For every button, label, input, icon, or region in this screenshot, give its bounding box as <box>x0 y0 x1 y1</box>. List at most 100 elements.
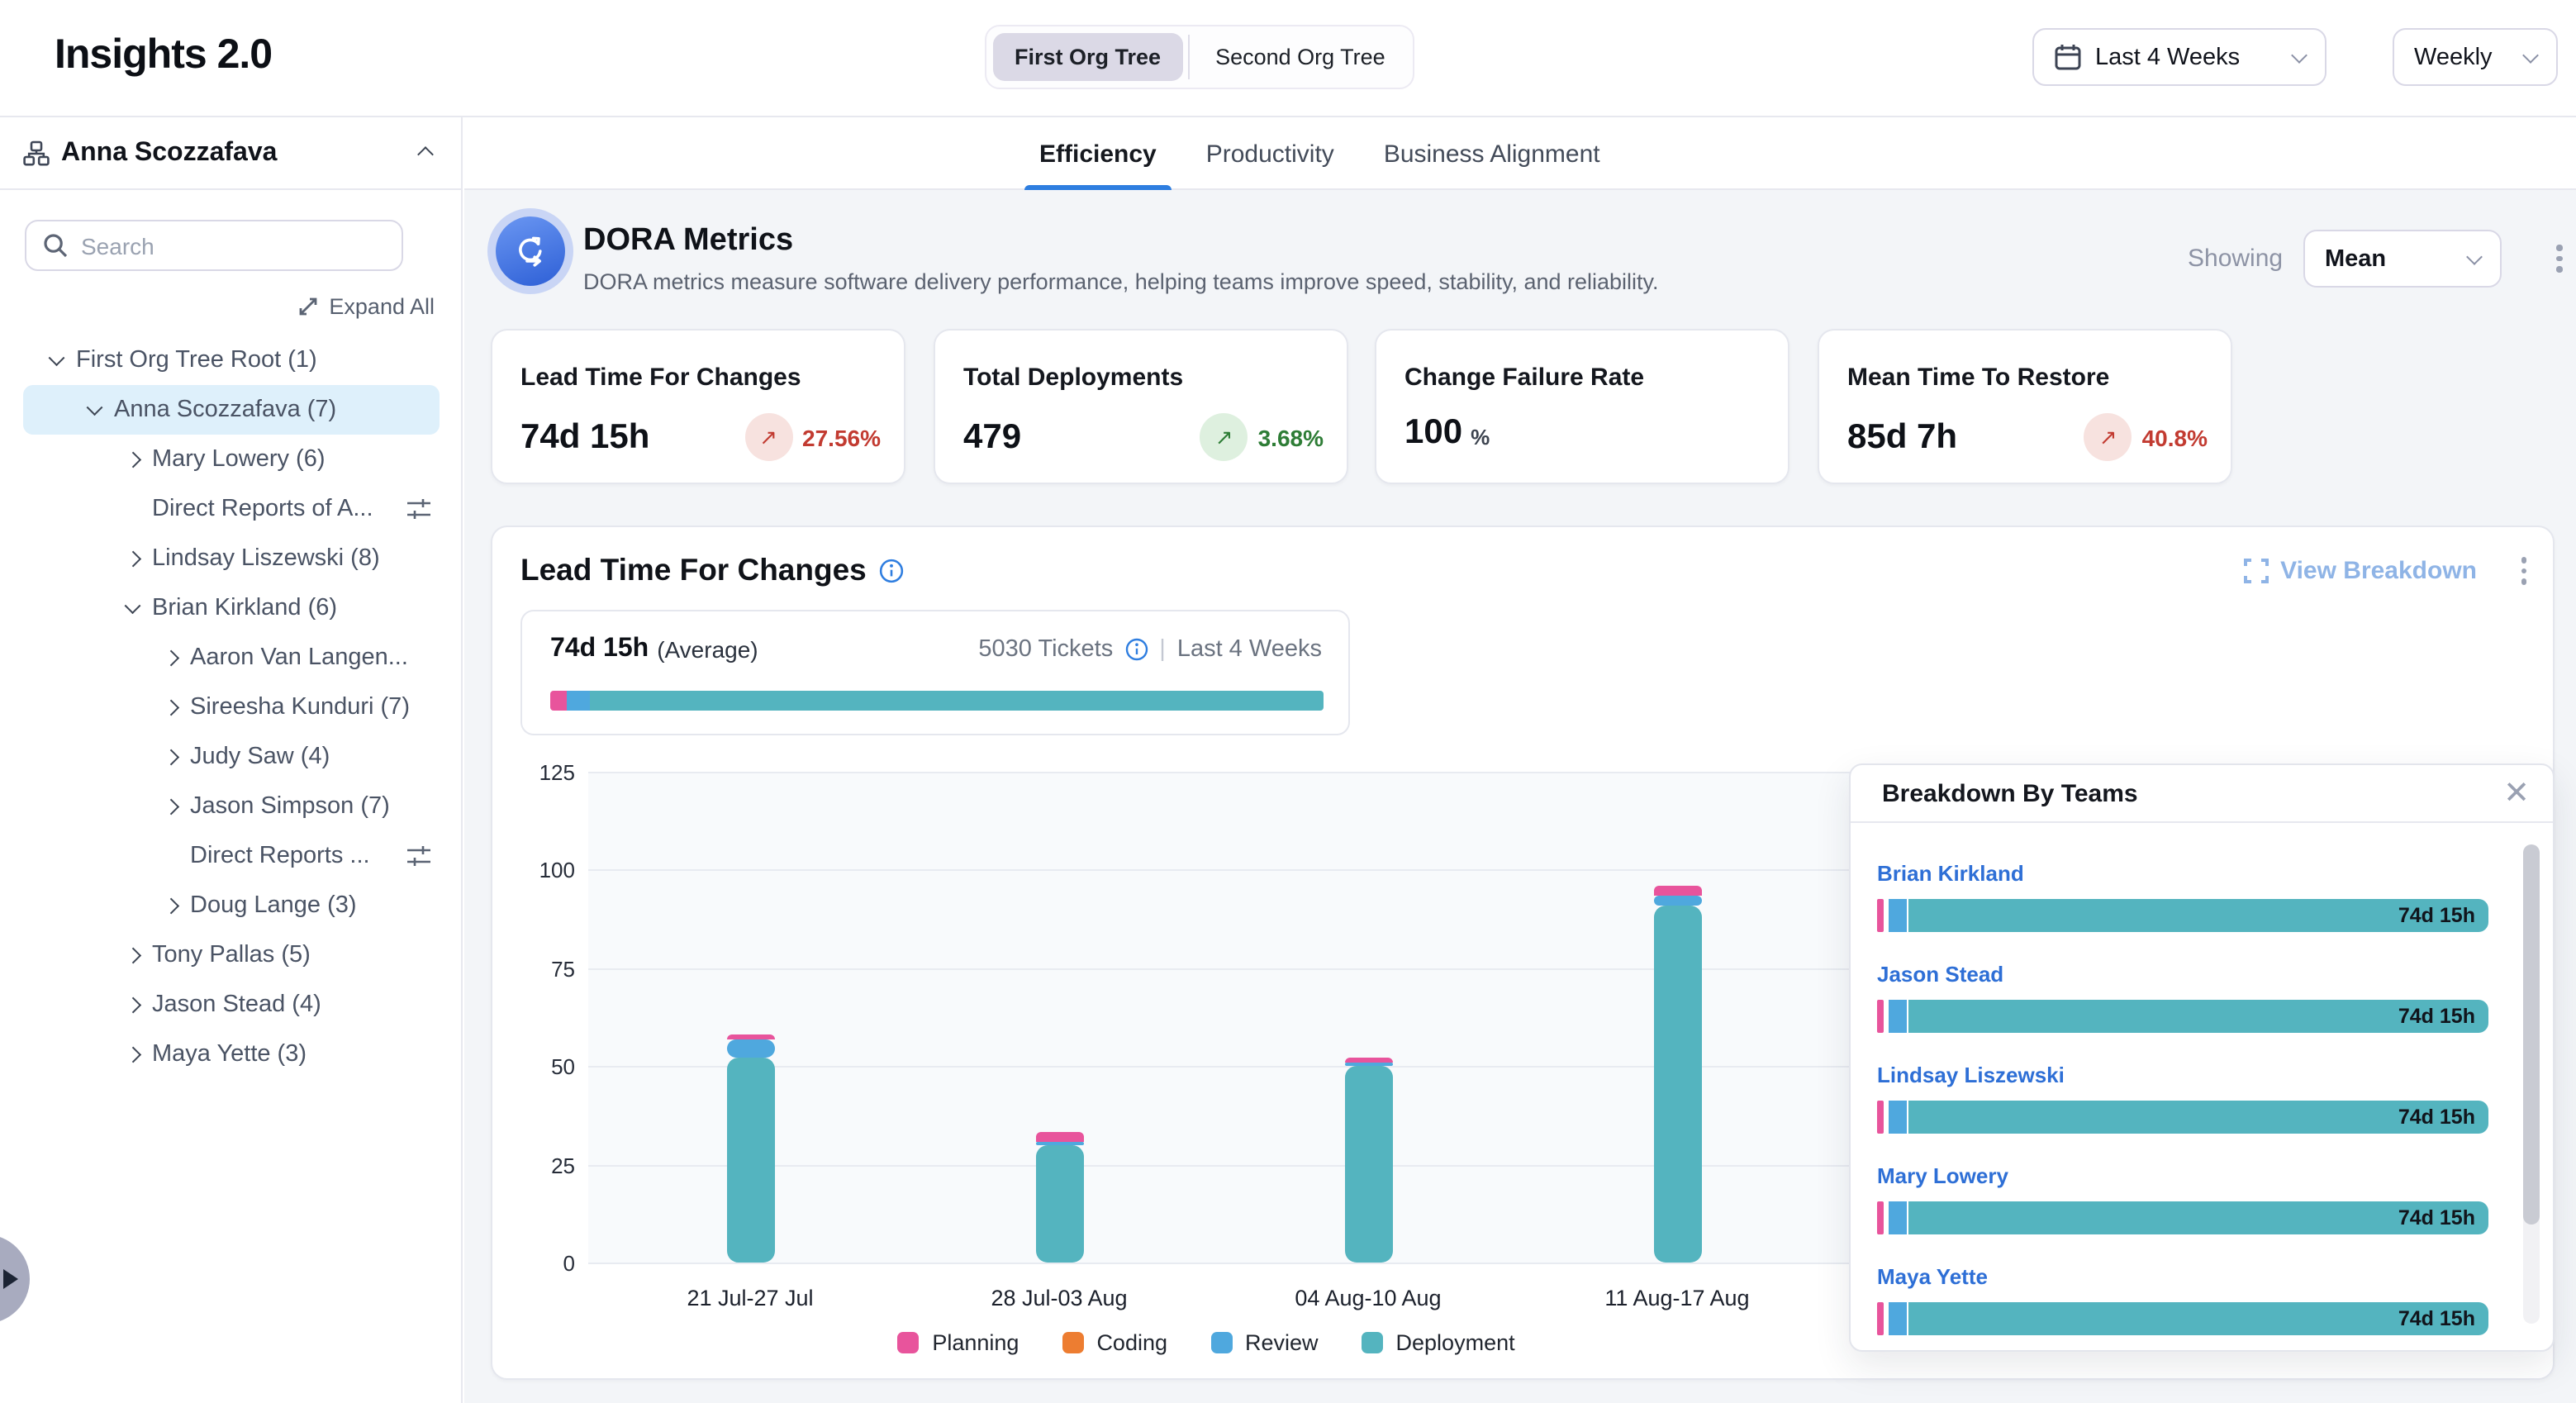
legend-label: Review <box>1245 1330 1319 1355</box>
view-breakdown-label: View Breakdown <box>2280 557 2477 585</box>
chevron-right-icon[interactable] <box>119 1049 147 1060</box>
tree-item[interactable]: Jason Simpson (7) <box>23 782 440 831</box>
expand-diagonal-icon <box>297 296 319 317</box>
tree-item[interactable]: Judy Saw (4) <box>23 732 440 782</box>
tree-item[interactable]: Sireesha Kunduri (7) <box>23 682 440 732</box>
dora-kebab-menu[interactable] <box>2556 245 2562 272</box>
tab-efficiency[interactable]: Efficiency <box>1039 117 1157 190</box>
tree-item-label: Lindsay Liszewski (8) <box>152 545 380 572</box>
tree-item[interactable]: Direct Reports ... <box>23 831 440 881</box>
tree-item[interactable]: Direct Reports of A... <box>23 484 440 534</box>
team-name-link[interactable]: Maya Yette <box>1877 1264 1988 1289</box>
tab-productivity[interactable]: Productivity <box>1206 117 1334 190</box>
tree-item[interactable]: Maya Yette (3) <box>23 1030 440 1079</box>
tree-item[interactable]: Mary Lowery (6) <box>23 435 440 484</box>
chevron-down-icon[interactable] <box>119 606 147 611</box>
granularity-value: Weekly <box>2414 44 2512 70</box>
tree-item[interactable]: Anna Scozzafava (7) <box>23 385 440 435</box>
team-row: Maya Yette 74d 15h <box>1877 1263 2510 1335</box>
team-name-link[interactable]: Lindsay Liszewski <box>1877 1063 2065 1087</box>
close-icon[interactable]: ✕ <box>2503 778 2530 809</box>
bar-segment-review <box>1889 1000 1907 1033</box>
legend-label: Deployment <box>1396 1330 1515 1355</box>
chevron-down-icon[interactable] <box>43 358 71 364</box>
metric-title: Total Deployments <box>963 364 1183 392</box>
trend-percent: 3.68% <box>1258 424 1324 450</box>
tree-item[interactable]: First Org Tree Root (1) <box>23 335 440 385</box>
search-input[interactable] <box>81 232 385 259</box>
team-lead-time-value: 74d 15h <box>2398 1106 2475 1129</box>
expand-all-label: Expand All <box>329 294 435 319</box>
bar-segment-review <box>1035 1141 1083 1144</box>
toggle-first-org-tree[interactable]: First Org Tree <box>993 33 1182 81</box>
bar-segment-planning <box>1877 1101 1884 1134</box>
y-tick-label: 50 <box>496 1054 575 1079</box>
summary-tickets: 5030 Tickets <box>978 636 1113 663</box>
chevron-right-icon[interactable] <box>119 1000 147 1011</box>
info-icon[interactable] <box>1124 638 1148 661</box>
tree-item[interactable]: Jason Stead (4) <box>23 980 440 1030</box>
tree-item[interactable]: Aaron Van Langen... <box>23 633 440 682</box>
date-range-select[interactable]: Last 4 Weeks <box>2032 28 2326 86</box>
team-lead-time-bar: 74d 15h <box>1877 1000 2488 1033</box>
chevron-right-icon[interactable] <box>119 950 147 961</box>
y-tick-label: 125 <box>496 760 575 785</box>
app-root: Insights 2.0 First Org Tree Second Org T… <box>0 0 2576 1403</box>
tree-item-label: Direct Reports of A... <box>152 496 373 522</box>
panel-header: Breakdown By Teams ✕ <box>1851 765 2553 823</box>
chevron-right-icon[interactable] <box>119 554 147 564</box>
tree-item[interactable]: Lindsay Liszewski (8) <box>23 534 440 583</box>
expand-all-button[interactable]: Expand All <box>297 294 435 319</box>
tree-item[interactable]: Doug Lange (3) <box>23 881 440 930</box>
team-name-link[interactable]: Jason Stead <box>1877 962 2003 987</box>
bar-segment-deployment <box>1653 906 1701 1263</box>
tab-business-alignment[interactable]: Business Alignment <box>1384 117 1600 190</box>
sidebar-collapse-chevron[interactable] <box>420 138 431 168</box>
tree-item[interactable]: Tony Pallas (5) <box>23 930 440 980</box>
granularity-select[interactable]: Weekly <box>2393 28 2558 86</box>
tree-item-label: Direct Reports ... <box>190 843 370 869</box>
metric-value: 74d 15h <box>520 417 649 457</box>
org-tree: First Org Tree Root (1)Anna Scozzafava (… <box>0 335 463 1079</box>
bar-segment-deployment <box>1344 1066 1392 1263</box>
team-lead-time-value: 74d 15h <box>2398 1005 2475 1028</box>
search-icon <box>43 233 68 258</box>
chevron-right-icon[interactable] <box>157 653 185 663</box>
legend-swatch <box>1362 1332 1383 1353</box>
metric-value: 100 <box>1404 413 1462 453</box>
chevron-right-icon[interactable] <box>157 702 185 713</box>
tree-item-label: Brian Kirkland (6) <box>152 595 337 621</box>
x-tick-label: 28 Jul-03 Aug <box>943 1286 1175 1310</box>
view-breakdown-button[interactable]: View Breakdown <box>2244 557 2477 585</box>
tree-item-label: Doug Lange (3) <box>190 892 357 919</box>
chevron-down-icon[interactable] <box>81 407 109 413</box>
bar-segment-deployment: 74d 15h <box>1908 1201 2488 1234</box>
lead-time-kebab-menu[interactable] <box>2521 557 2526 584</box>
filter-icon[interactable] <box>406 844 431 868</box>
bar-segment-review <box>726 1039 774 1058</box>
bar-segment-deployment: 74d 15h <box>1908 1101 2488 1134</box>
panel-scrollbar-thumb[interactable] <box>2523 844 2540 1225</box>
tree-item[interactable]: Brian Kirkland (6) <box>23 583 440 633</box>
filter-icon[interactable] <box>406 497 431 521</box>
chevron-right-icon[interactable] <box>157 752 185 763</box>
info-icon[interactable] <box>880 558 905 583</box>
tabs-group: Efficiency Productivity Business Alignment <box>1039 117 1600 190</box>
legend-item-deployment: Deployment <box>1362 1330 1515 1355</box>
team-lead-time-value: 74d 15h <box>2398 1307 2475 1330</box>
chevron-right-icon[interactable] <box>157 801 185 812</box>
bar-segment-deployment <box>726 1058 774 1263</box>
toggle-second-org-tree[interactable]: Second Org Tree <box>1194 33 1407 81</box>
team-name-link[interactable]: Mary Lowery <box>1877 1163 2008 1188</box>
dora-section-title: DORA Metrics <box>583 223 793 259</box>
play-arrow-icon <box>3 1269 18 1289</box>
dora-section-description: DORA metrics measure software delivery p… <box>583 269 1659 294</box>
team-name-link[interactable]: Brian Kirkland <box>1877 861 2024 886</box>
aggregation-select[interactable]: Mean <box>2303 230 2502 288</box>
summary-segment-review <box>567 691 590 711</box>
bar-segment-review <box>1889 899 1907 932</box>
metric-title: Lead Time For Changes <box>520 364 801 392</box>
chevron-right-icon[interactable] <box>157 901 185 911</box>
chevron-right-icon[interactable] <box>119 454 147 465</box>
team-row: Jason Stead 74d 15h <box>1877 960 2510 1033</box>
